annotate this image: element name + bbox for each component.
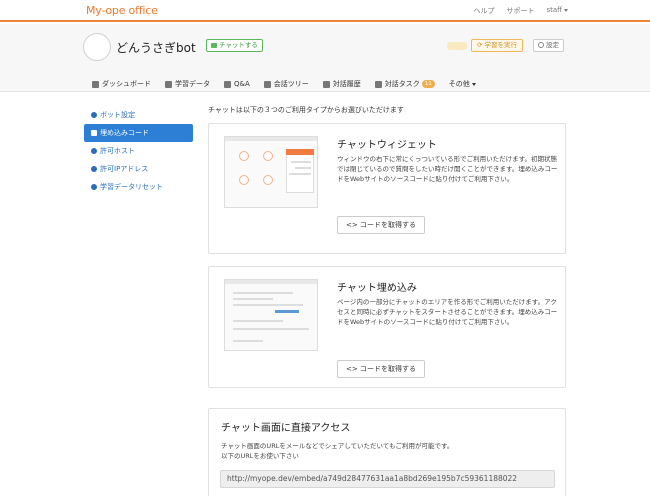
card-description: チャット画面のURLをメールなどでシェアしていただいてもご利用が可能です。 以下… [221, 441, 551, 461]
sidebar-item-allowed-hosts[interactable]: 許可ホスト [84, 142, 193, 160]
table-icon [165, 80, 172, 88]
tab-label: Q&A [234, 80, 250, 88]
tab-label: その他 [448, 80, 470, 88]
tab-label: ダッシュボード [102, 80, 151, 88]
support-link[interactable]: サポート [506, 6, 534, 16]
tab-learning-data[interactable]: 学習データ [165, 76, 210, 92]
avatar [83, 33, 111, 61]
intro-text: チャットは以下の３つのご利用タイプからお選びいただけます [208, 106, 404, 114]
top-navbar: My-ope office ヘルプ サポート staff [0, 0, 650, 22]
gear-icon [538, 42, 544, 48]
embed-preview-image [224, 279, 318, 351]
gear-icon [91, 112, 97, 118]
refresh-icon: ⟳ [477, 41, 485, 49]
task-icon [374, 80, 382, 88]
sidebar-item-allowed-ips[interactable]: 許可IPアドレス [84, 160, 193, 178]
chat-icon [211, 42, 217, 48]
sidebar-item-label: 学習データリセット [100, 183, 163, 191]
settings-sidebar: ボット設定 埋め込みコード 許可ホスト 許可IPアドレス 学習データリセット [84, 106, 193, 196]
sidebar-item-reset-data[interactable]: 学習データリセット [84, 178, 193, 196]
tab-label: 対話履歴 [332, 80, 361, 88]
shield-icon [91, 166, 97, 172]
card-description-line: 以下のURLをお使い下さい [221, 452, 299, 460]
chat-button[interactable]: チャットする [206, 39, 263, 52]
link-icon [91, 148, 97, 154]
status-pill [447, 42, 467, 50]
tab-dashboard[interactable]: ダッシュボード [92, 76, 151, 92]
get-code-button[interactable]: <> コードを取得する [337, 360, 425, 378]
get-code-button[interactable]: <> コードを取得する [337, 216, 425, 234]
brand-logo[interactable]: My-ope office [86, 4, 158, 17]
tab-other[interactable]: その他 [449, 76, 476, 92]
tab-label: 学習データ [175, 80, 210, 88]
direct-access-card: チャット画面に直接アクセス チャット画面のURLをメールなどでシェアしていただい… [208, 408, 566, 496]
sidebar-item-embed-code[interactable]: 埋め込みコード [84, 124, 193, 142]
dashboard-icon [92, 80, 99, 88]
settings-button[interactable]: 設定 [533, 39, 564, 52]
card-description: ページ内の一部分にチャットのエリアを作る形でご利用いただけます。アクセスと同時に… [337, 298, 558, 326]
card-title: チャット埋め込み [337, 283, 417, 294]
widget-preview-image [224, 136, 318, 208]
help-link[interactable]: ヘルプ [473, 6, 494, 16]
caret-down-icon [564, 8, 568, 12]
top-links: ヘルプ サポート staff [473, 6, 568, 16]
sidebar-item-label: 埋め込みコード [100, 129, 149, 137]
chat-button-label: チャットする [219, 41, 258, 49]
embed-card: チャット埋め込み ページ内の一部分にチャットのエリアを作る形でご利用いただけます… [208, 266, 566, 388]
tab-tasks[interactable]: 対話タスク 11 [374, 76, 435, 92]
tree-icon [263, 80, 271, 88]
user-menu[interactable]: staff [546, 6, 568, 16]
learn-button[interactable]: ⟳ 学習を実行 [471, 39, 524, 52]
settings-button-label: 設定 [546, 41, 559, 49]
chat-icon [224, 80, 231, 88]
reset-icon [91, 184, 97, 190]
sidebar-item-label: 許可IPアドレス [100, 165, 149, 173]
sidebar-item-bot-settings[interactable]: ボット設定 [84, 106, 193, 124]
tab-label: 対話タスク [384, 80, 420, 88]
caret-down-icon [471, 82, 476, 86]
tab-label: 会話ツリー [273, 80, 309, 88]
card-description-line: チャット画面のURLをメールなどでシェアしていただいてもご利用が可能です。 [221, 442, 454, 450]
widget-card: チャットウィジェット ウィンドウの右下に常にくっついている形でご利用いただけます… [208, 123, 566, 254]
card-title: チャットウィジェット [337, 140, 437, 151]
bot-name: どんうさぎbot [116, 41, 196, 55]
tab-qa[interactable]: Q&A [224, 76, 250, 92]
code-icon [91, 130, 97, 136]
learn-button-label: 学習を実行 [484, 41, 518, 49]
history-icon [322, 80, 330, 88]
sidebar-item-label: ボット設定 [100, 111, 135, 119]
tab-conversation-tree[interactable]: 会話ツリー [263, 76, 309, 92]
chat-url-field[interactable]: http://myope.dev/embed/a749d28477631aa1a… [220, 470, 555, 488]
card-title: チャット画面に直接アクセス [221, 423, 351, 434]
task-count-badge: 11 [421, 80, 435, 88]
user-name: staff [546, 6, 562, 14]
main-tabs: ダッシュボード 学習データ Q&A 会話ツリー 対話履歴 対話タスク 11 その他 [92, 76, 490, 92]
tab-history[interactable]: 対話履歴 [322, 76, 361, 92]
card-description: ウィンドウの右下に常にくっついている形でご利用いただけます。初期状態では閉じてい… [337, 155, 558, 183]
bot-header: どんうさぎbot チャットする ⟳ 学習を実行 設定 ダッシュボード 学習データ… [0, 24, 650, 92]
sidebar-item-label: 許可ホスト [100, 147, 135, 155]
